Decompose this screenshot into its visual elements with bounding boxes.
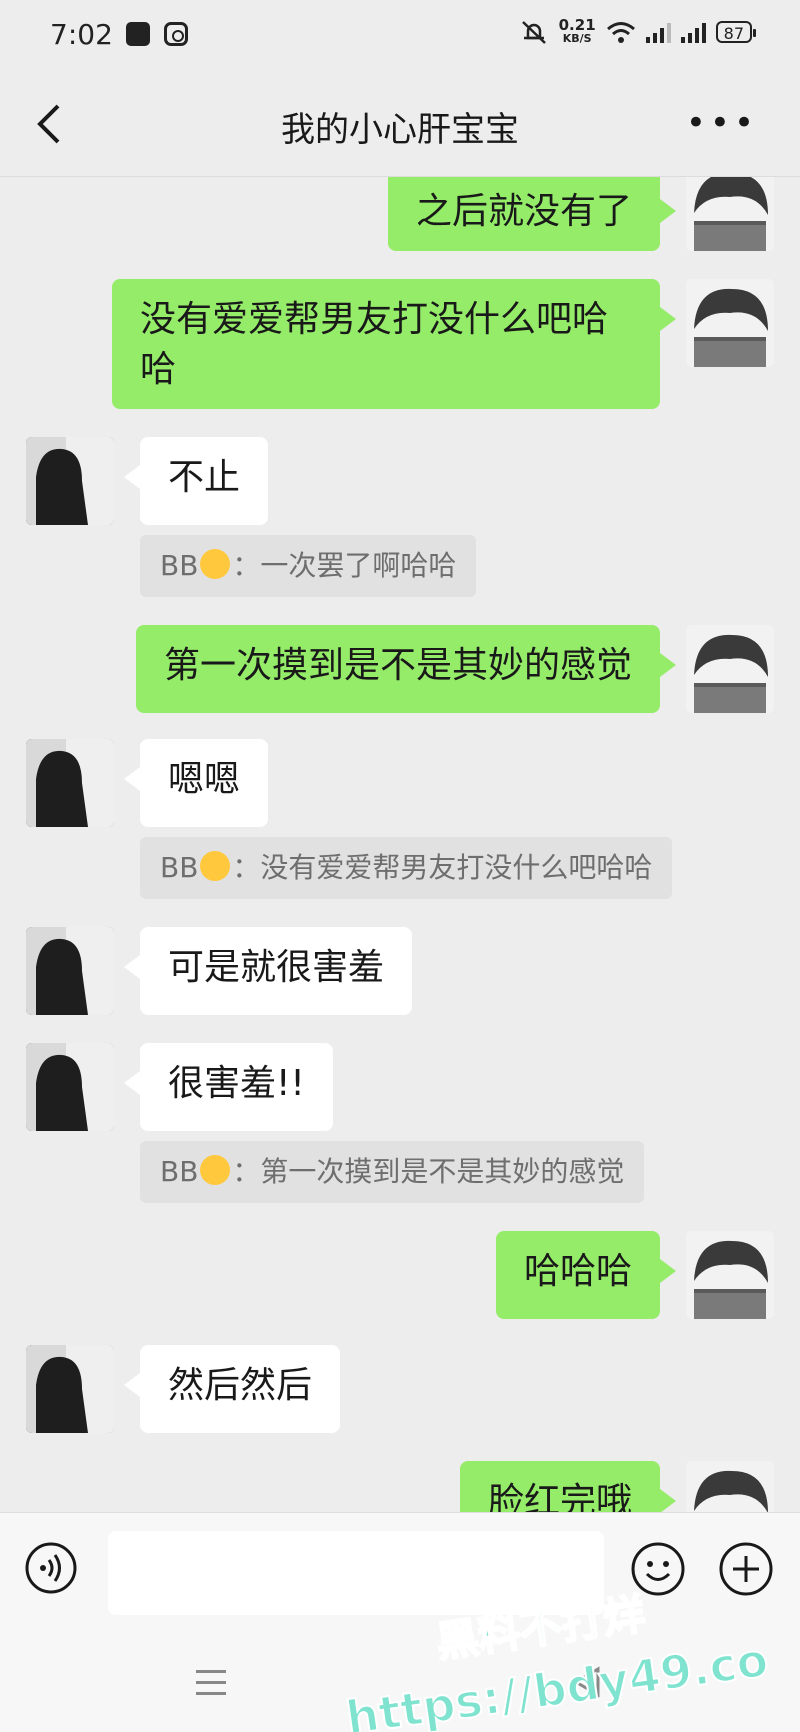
- my-avatar[interactable]: [686, 1461, 774, 1512]
- my-avatar[interactable]: [686, 1231, 774, 1319]
- message-bubble-received[interactable]: 嗯嗯: [123, 739, 269, 827]
- status-indicators: 0.21 KB/S 87: [519, 16, 757, 46]
- voice-icon[interactable]: [24, 1541, 78, 1595]
- chat-title: 我的小心肝宝宝: [281, 110, 519, 150]
- contact-avatar[interactable]: [26, 739, 114, 827]
- my-avatar[interactable]: [686, 279, 774, 367]
- message-bubble-sent[interactable]: 之后就没有了: [387, 177, 677, 251]
- my-avatar[interactable]: [686, 177, 774, 251]
- mute-bell-icon: [521, 21, 546, 44]
- blushing-emoji-icon: [200, 851, 231, 881]
- app-notification-icon: [126, 22, 150, 46]
- wifi-icon: [606, 22, 635, 43]
- message-bubble-received[interactable]: 然后然后: [123, 1345, 341, 1433]
- contact-avatar[interactable]: [26, 1043, 114, 1131]
- plus-icon[interactable]: [718, 1541, 774, 1597]
- message-input[interactable]: [108, 1531, 604, 1615]
- quoted-reply[interactable]: BB ：没有爱爱帮男友打没什么吧哈哈: [140, 837, 673, 899]
- status-bar: 7:02 0.21 KB/S 87: [0, 0, 800, 72]
- more-icon[interactable]: •••: [686, 106, 758, 140]
- nav-back-icon[interactable]: [572, 1666, 602, 1698]
- system-nav-bar: [0, 1622, 800, 1732]
- input-bar: [0, 1512, 800, 1623]
- battery-icon: 87: [715, 21, 757, 43]
- message-bubble-sent[interactable]: 哈哈哈: [495, 1231, 677, 1319]
- chat-messages[interactable]: 之后就没有了 没有爱爱帮男友打没什么吧哈 哈 不止 BB ：一次罢了啊哈哈 第一次…: [0, 177, 800, 1512]
- message-bubble-received[interactable]: 可是就很害羞: [123, 927, 413, 1015]
- message-bubble-sent[interactable]: 第一次摸到是不是其妙的感觉: [135, 625, 677, 713]
- instagram-icon: [164, 22, 188, 46]
- quoted-reply[interactable]: BB ：一次罢了啊哈哈: [140, 535, 477, 597]
- quoted-reply[interactable]: BB ：第一次摸到是不是其妙的感觉: [140, 1141, 645, 1203]
- emoji-icon[interactable]: [630, 1541, 686, 1597]
- message-bubble-sent[interactable]: 脸红完哦: [459, 1461, 677, 1512]
- message-bubble-sent[interactable]: 没有爱爱帮男友打没什么吧哈 哈: [112, 279, 676, 409]
- contact-avatar[interactable]: [26, 437, 114, 525]
- my-avatar[interactable]: [686, 625, 774, 713]
- message-bubble-received[interactable]: 很害羞!!: [124, 1043, 333, 1131]
- network-speed: 0.21 KB/S: [558, 16, 596, 46]
- nav-menu-icon[interactable]: [196, 1670, 226, 1703]
- blushing-emoji-icon: [200, 549, 231, 579]
- contact-avatar[interactable]: [26, 927, 114, 1015]
- message-bubble-received[interactable]: 不止: [123, 437, 269, 525]
- contact-avatar[interactable]: [26, 1345, 114, 1433]
- status-time: 7:02: [50, 18, 113, 51]
- blushing-emoji-icon: [200, 1155, 231, 1185]
- signal-1-icon: [645, 21, 671, 43]
- chat-header: 我的小心肝宝宝 •••: [0, 72, 800, 177]
- signal-2-icon: [680, 21, 706, 43]
